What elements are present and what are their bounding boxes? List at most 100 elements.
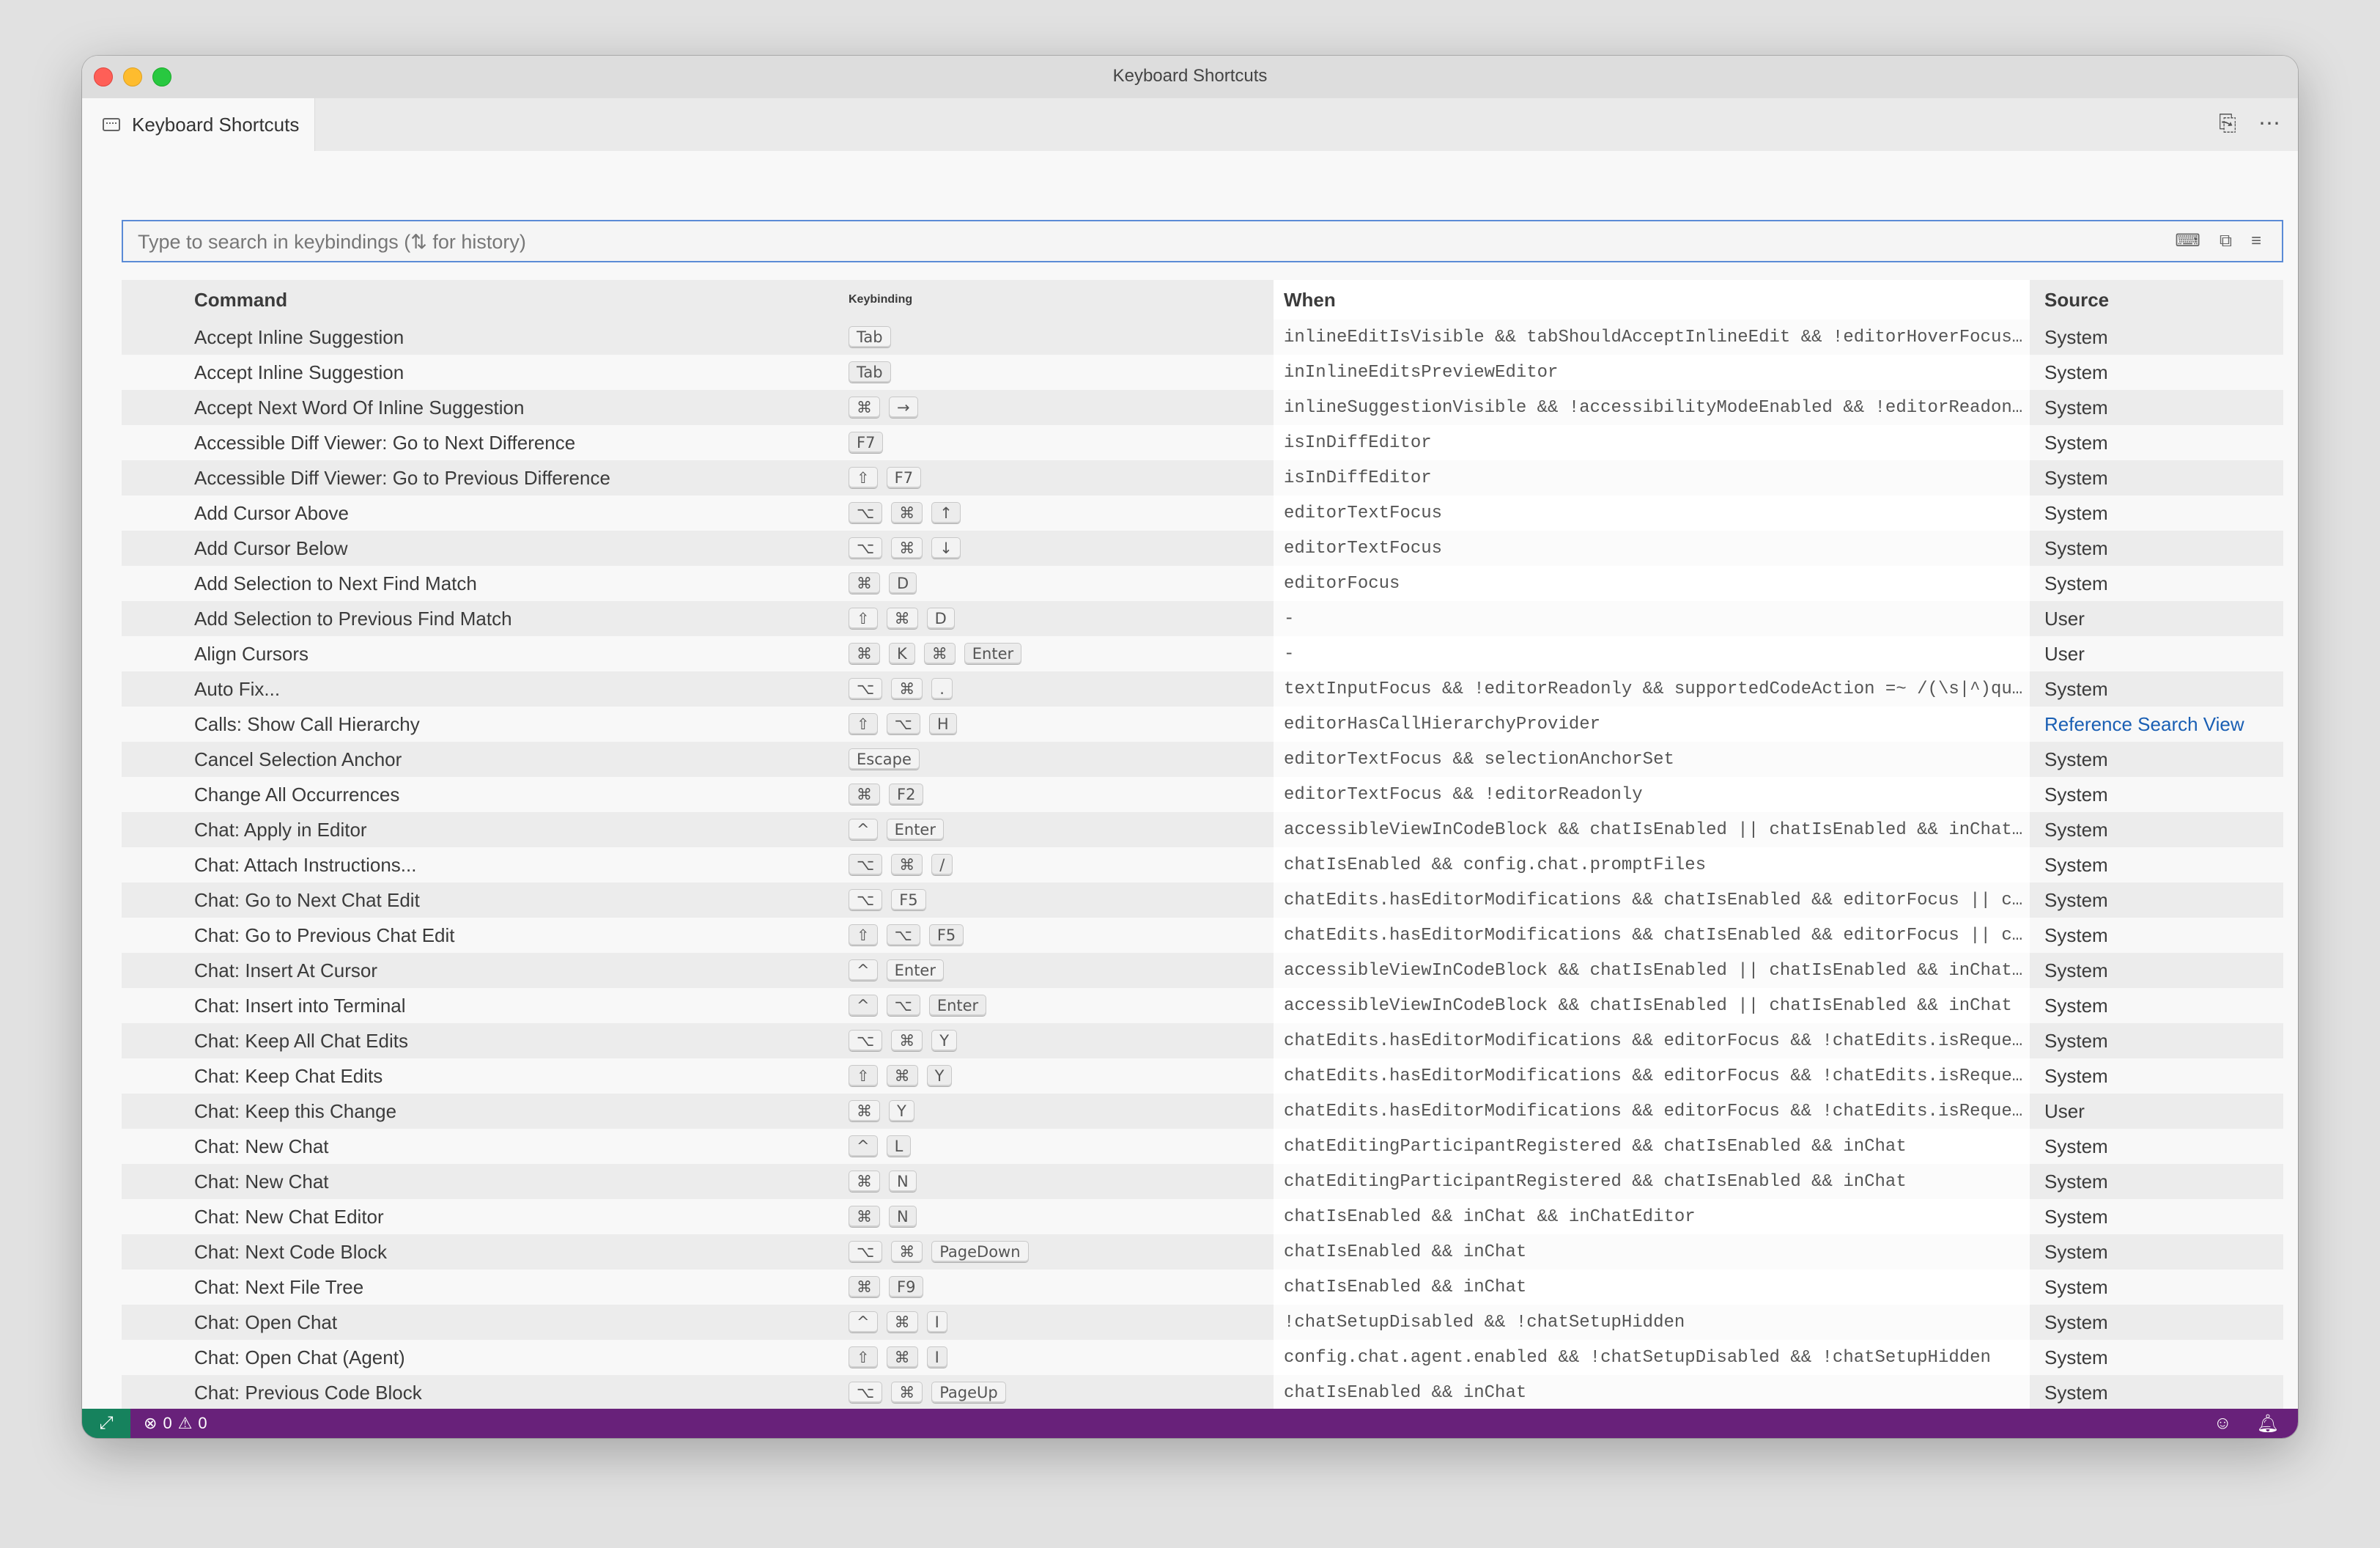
table-row[interactable]: Accessible Diff Viewer: Go to Previous D… (122, 460, 2283, 495)
when-cell[interactable]: chatIsEnabled && inChat (1274, 1269, 2030, 1305)
table-row[interactable]: Accept Inline Suggestion Tab inInlineEdits… (122, 355, 2283, 390)
keybinding-cell[interactable]: ⌘ N (849, 1164, 1259, 1199)
keybinding-cell[interactable]: ⌥ ⌘ ↓ (849, 531, 1259, 566)
when-cell[interactable]: chatIsEnabled && config.chat.promptFiles (1274, 847, 2030, 882)
when-cell[interactable]: !chatSetupDisabled && !chatSetupHidden (1274, 1305, 2030, 1340)
when-cell[interactable]: accessibleViewInCodeBlock && chatIsEnabl… (1274, 953, 2030, 988)
table-row[interactable]: Cancel Selection Anchor Escape editorTextF… (122, 742, 2283, 777)
table-row[interactable]: Change All Occurrences ⌘ F2 editorTextFocus… (122, 777, 2283, 812)
bell-icon[interactable]: 🔔︎ (2257, 1413, 2279, 1434)
when-cell[interactable]: inInlineEditsPreviewEditor (1274, 355, 2030, 390)
keybinding-cell[interactable]: ⌥ ⌘ Y (849, 1023, 1259, 1058)
when-cell[interactable]: - (1274, 636, 2030, 671)
table-row[interactable]: Chat: New Chat ^ LchatEditingParticipantRe… (122, 1129, 2283, 1164)
when-cell[interactable]: config.chat.agent.enabled && !chatSetupD… (1274, 1340, 2030, 1375)
when-cell[interactable]: chatEdits.hasEditorModifications && chat… (1274, 918, 2030, 953)
table-row[interactable]: Add Cursor Below ⌥ ⌘ ↓ editorTextFocus System (122, 531, 2283, 566)
when-cell[interactable]: isInDiffEditor (1274, 460, 2030, 495)
when-cell[interactable]: chatIsEnabled && inChat (1274, 1234, 2030, 1269)
keybinding-cell[interactable]: ⇧ F7 (849, 460, 1259, 495)
problems-indicator[interactable]: ⊗ 0 ⚠ 0 (144, 1409, 207, 1438)
when-cell[interactable]: editorTextFocus && !editorReadonly (1274, 777, 2030, 812)
table-row[interactable]: Chat: Insert into Terminal ^ ⌥ Enter accessi… (122, 988, 2283, 1023)
when-cell[interactable]: editorTextFocus && selectionAnchorSet (1274, 742, 2030, 777)
table-row[interactable]: Chat: Next File Tree ⌘ F9 chatIsEnabled && … (122, 1269, 2283, 1305)
keybinding-cell[interactable]: ⌥ ⌘ PageUp (849, 1375, 1259, 1409)
keybinding-cell[interactable]: ⇧ ⌘ Y (849, 1058, 1259, 1094)
when-cell[interactable]: chatEditingParticipantRegistered && chat… (1274, 1129, 2030, 1164)
table-row[interactable]: Calls: Show Call Hierarchy ⇧ ⌥ HeditorHasCa… (122, 707, 2283, 742)
keybinding-cell[interactable]: Tab (849, 355, 1259, 390)
table-row[interactable]: Chat: New Chat ⌘ NchatEditingParticipantRe… (122, 1164, 2283, 1199)
table-row[interactable]: Chat: Open Chat (Agent) ⇧ ⌘ Iconfig.chat.ag… (122, 1340, 2283, 1375)
when-cell[interactable]: inlineEditIsVisible && tabShouldAcceptIn… (1274, 320, 2030, 355)
when-cell[interactable]: chatEdits.hasEditorModifications && edit… (1274, 1058, 2030, 1094)
keybinding-cell[interactable]: ⇧ ⌘ I (849, 1340, 1259, 1375)
table-row[interactable]: Chat: Insert At Cursor ^ Enter accessibleVi… (122, 953, 2283, 988)
table-row[interactable]: Add Selection to Previous Find Match ⇧ ⌘ D -… (122, 601, 2283, 636)
keybinding-cell[interactable]: ⌘ F9 (849, 1269, 1259, 1305)
table-row[interactable]: Add Selection to Next Find Match ⌘ Deditor… (122, 566, 2283, 601)
remote-icon[interactable]: ⤢ (82, 1409, 130, 1438)
copilot-icon[interactable]: ☺ (2214, 1413, 2232, 1434)
keybinding-cell[interactable]: ⌘ D (849, 566, 1259, 601)
table-row[interactable]: Chat: Keep All Chat Edits ⌥ ⌘ YchatEdits.ha… (122, 1023, 2283, 1058)
when-cell[interactable]: editorTextFocus (1274, 495, 2030, 531)
keybinding-cell[interactable]: ^ Enter (849, 812, 1259, 847)
keybinding-cell[interactable]: Tab (849, 320, 1259, 355)
keybinding-cell[interactable]: ⌘ F2 (849, 777, 1259, 812)
when-cell[interactable]: accessibleViewInCodeBlock && chatIsEnabl… (1274, 812, 2030, 847)
keybinding-cell[interactable]: ⇧ ⌥ H (849, 707, 1259, 742)
table-row[interactable]: Auto Fix... ⌥ ⌘. textInputFocus && !editorR… (122, 671, 2283, 707)
when-cell[interactable]: chatEdits.hasEditorModifications && edit… (1274, 1023, 2030, 1058)
more-actions-icon[interactable]: ⋯ (2258, 113, 2280, 135)
when-cell[interactable]: inlineSuggestionVisible && !accessibilit… (1274, 390, 2030, 425)
keybinding-cell[interactable]: ⇧ ⌘ D (849, 601, 1259, 636)
sort-by-precedence-icon[interactable]: ⧉ (2220, 232, 2232, 251)
table-row[interactable]: Chat: Keep this Change ⌘ YchatEdits.hasEdi… (122, 1094, 2283, 1129)
column-header-keybinding[interactable]: Keybinding (849, 280, 1259, 320)
tab-keyboard-shortcuts[interactable]: Keyboard Shortcuts (82, 98, 315, 151)
table-row[interactable]: Chat: Attach Instructions... ⌥ ⌘ / chatIsEna… (122, 847, 2283, 882)
keybinding-cell[interactable]: F7 (849, 425, 1259, 460)
keybinding-cell[interactable]: ⌥ ⌘ PageDown (849, 1234, 1259, 1269)
column-header-source[interactable]: Source (2044, 280, 2264, 320)
table-row[interactable]: Chat: Previous Code Block ⌥ ⌘ PageUp chatIsE… (122, 1375, 2283, 1409)
when-cell[interactable]: chatEdits.hasEditorModifications && edit… (1274, 1094, 2030, 1129)
when-cell[interactable]: accessibleViewInCodeBlock && chatIsEnabl… (1274, 988, 2030, 1023)
keybinding-cell[interactable]: ^ ⌥ Enter (849, 988, 1259, 1023)
table-row[interactable]: Accept Inline Suggestion Tab inlineEditIsV… (122, 320, 2283, 355)
keybindings-search-input[interactable] (123, 221, 2135, 262)
table-row[interactable]: Add Cursor Above ⌥ ⌘ ↑ editorTextFocus System (122, 495, 2283, 531)
when-cell[interactable]: chatEditingParticipantRegistered && chat… (1274, 1164, 2030, 1199)
when-cell[interactable]: editorHasCallHierarchyProvider (1274, 707, 2030, 742)
keybinding-cell[interactable]: ⌥ ⌘ / (849, 847, 1259, 882)
table-row[interactable]: Align Cursors ⌘ K ⌘ Enter - User (122, 636, 2283, 671)
when-cell[interactable]: editorTextFocus (1274, 531, 2030, 566)
column-header-when[interactable]: When (1274, 280, 2030, 320)
when-cell[interactable]: isInDiffEditor (1274, 425, 2030, 460)
table-row[interactable]: Chat: Go to Next Chat Edit ⌥ F5 chatEdits.h… (122, 882, 2283, 918)
table-row[interactable]: Accept Next Word Of Inline Suggestion ⌘ → i… (122, 390, 2283, 425)
keybinding-cell[interactable]: ⌘ Y (849, 1094, 1259, 1129)
keybinding-cell[interactable]: Escape (849, 742, 1259, 777)
column-header-command[interactable]: Command (194, 280, 824, 320)
table-row[interactable]: Accessible Diff Viewer: Go to Next Diffe… (122, 425, 2283, 460)
clear-filter-icon[interactable]: ≡ (2251, 232, 2261, 251)
table-row[interactable]: Chat: Open Chat ^ ⌘ I !chatSetupDisabled && … (122, 1305, 2283, 1340)
keybinding-cell[interactable]: ^ L (849, 1129, 1259, 1164)
table-row[interactable]: Chat: Apply in Editor ^ Enter accessibleVie… (122, 812, 2283, 847)
keybinding-cell[interactable]: ^ ⌘ I (849, 1305, 1259, 1340)
open-keybindings-json-icon[interactable]: ⎘ (2219, 113, 2236, 135)
keybinding-cell[interactable]: ⌘ K ⌘ Enter (849, 636, 1259, 671)
record-keys-icon[interactable]: ⌨ (2175, 232, 2200, 251)
keybinding-cell[interactable]: ⌥ ⌘ ↑ (849, 495, 1259, 531)
table-row[interactable]: Chat: Next Code Block ⌥ ⌘ PageDown chatIsEna… (122, 1234, 2283, 1269)
keybinding-cell[interactable]: ⌥ ⌘. (849, 671, 1259, 707)
when-cell[interactable]: chatEdits.hasEditorModifications && chat… (1274, 882, 2030, 918)
when-cell[interactable]: chatIsEnabled && inChat && inChatEditor (1274, 1199, 2030, 1234)
keybinding-cell[interactable]: ⌘ N (849, 1199, 1259, 1234)
when-cell[interactable]: textInputFocus && !editorReadonly && sup… (1274, 671, 2030, 707)
source-link[interactable]: Reference Search View (2044, 707, 2264, 742)
table-row[interactable]: Chat: New Chat Editor ⌘ NchatIsEnabled && … (122, 1199, 2283, 1234)
